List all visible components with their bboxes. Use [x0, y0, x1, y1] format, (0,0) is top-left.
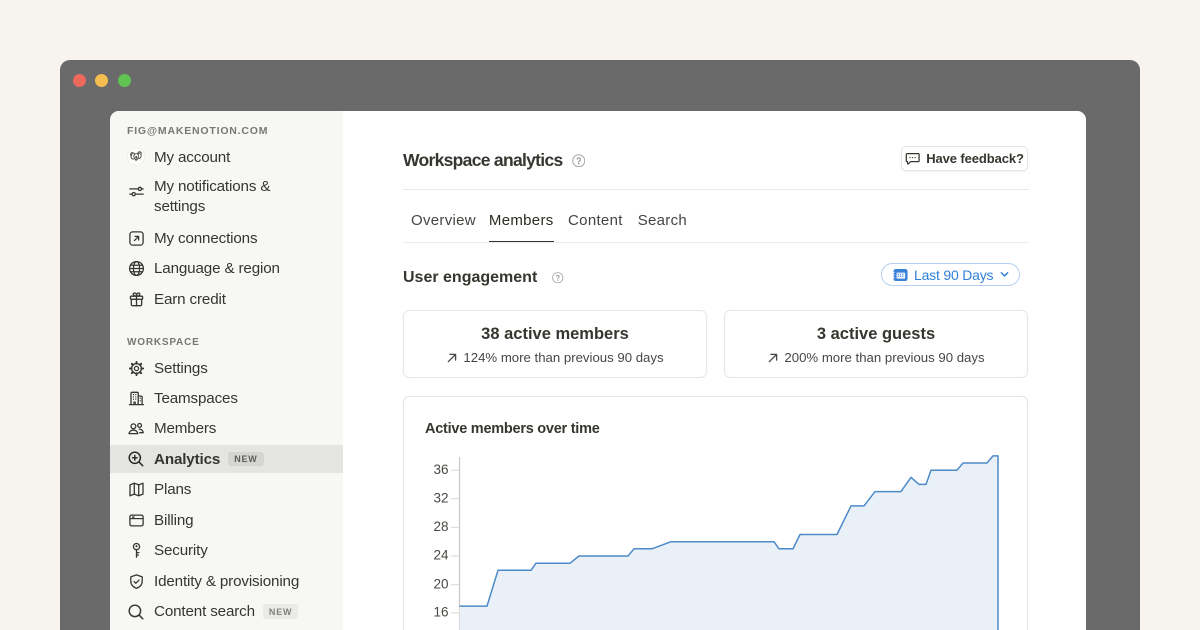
svg-text:28: 28	[433, 519, 448, 534]
svg-text:16: 16	[433, 605, 448, 620]
svg-text:24: 24	[433, 548, 449, 563]
svg-text:36: 36	[433, 462, 448, 477]
svg-text:20: 20	[433, 576, 448, 591]
svg-text:32: 32	[433, 491, 448, 506]
